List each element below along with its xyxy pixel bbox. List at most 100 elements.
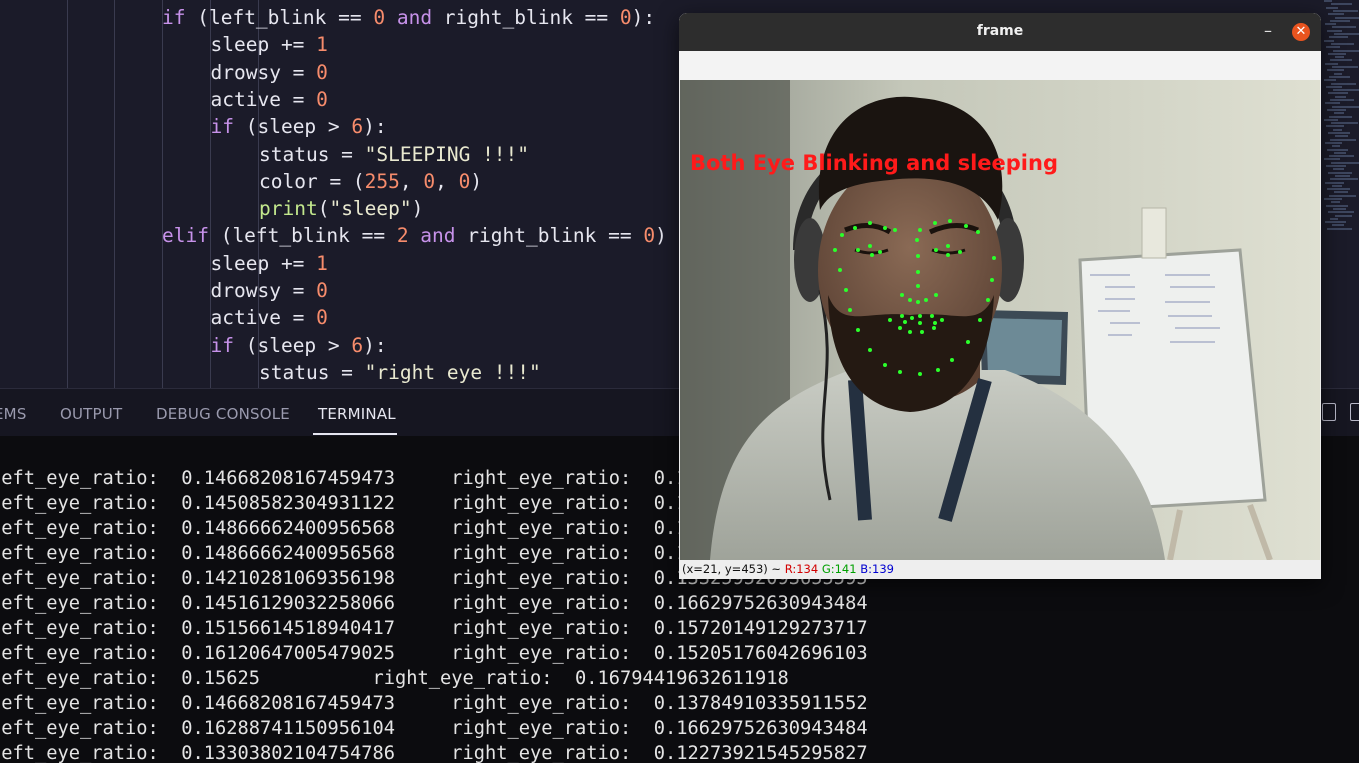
code-line: if (left_blink == 0 and right_blink == 0… <box>162 6 656 29</box>
code-line: elif (left_blink == 2 and right_blink ==… <box>162 224 667 248</box>
code-line: drowsy = 0 <box>210 60 328 84</box>
pixel-green-value: G:141 <box>821 562 857 576</box>
landmark-point <box>853 226 857 230</box>
split-terminal-icon[interactable] <box>1322 403 1336 421</box>
landmark-point <box>916 300 920 304</box>
landmark-point <box>990 278 994 282</box>
landmark-point <box>976 230 980 234</box>
landmark-point <box>868 221 872 225</box>
landmark-point <box>908 330 912 334</box>
wall-fixture <box>1141 207 1167 259</box>
code-line: active = 0 <box>210 306 328 330</box>
landmark-point <box>946 253 950 257</box>
landmark-point <box>978 318 982 322</box>
landmark-point <box>930 314 934 318</box>
terminal-line: left_eye_ratio: 0.16120647005479025 righ… <box>0 643 868 664</box>
code-line: color = (255, 0, 0) <box>259 169 483 193</box>
webcam-frame[interactable]: Both Eye Blinking and sleeping <box>680 80 1320 560</box>
window-titlebar[interactable]: frame – ✕ <box>679 13 1321 51</box>
landmark-point <box>964 224 968 228</box>
landmark-point <box>934 293 938 297</box>
landmark-point <box>916 270 920 274</box>
landmark-point <box>918 228 922 232</box>
code-line: if (sleep > 6): <box>210 333 387 357</box>
trash-icon[interactable] <box>1350 403 1359 421</box>
pixel-red-value: R:134 <box>784 562 819 576</box>
indent-guide <box>67 0 68 388</box>
landmark-point <box>903 320 907 324</box>
tab-output[interactable]: OUTPUT <box>60 405 122 423</box>
monitor-screen <box>986 318 1062 376</box>
landmark-point <box>868 244 872 248</box>
terminal-line: left_eye_ratio: 0.13303802104754786 righ… <box>0 743 868 763</box>
landmark-point <box>898 370 902 374</box>
landmark-point <box>840 233 844 237</box>
landmark-point <box>932 326 936 330</box>
code-line: print("sleep") <box>259 197 424 221</box>
landmark-point <box>933 321 937 325</box>
terminal-line: left_eye_ratio: 0.16288741150956104 righ… <box>0 718 868 739</box>
landmark-point <box>946 244 950 248</box>
landmark-point <box>933 221 937 225</box>
terminal-line: left_eye_ratio: 0.14508582304931122 righ… <box>0 493 688 514</box>
landmark-point <box>950 358 954 362</box>
code-line: sleep += 1 <box>210 251 328 275</box>
landmark-point <box>916 254 920 258</box>
landmark-point <box>900 293 904 297</box>
indent-guide <box>162 0 163 388</box>
landmark-point <box>898 326 902 330</box>
code-line: status = "SLEEPING !!!" <box>259 142 530 166</box>
landmark-point <box>915 238 919 242</box>
landmark-point <box>883 226 887 230</box>
landmark-point <box>900 314 904 318</box>
landmark-point <box>868 348 872 352</box>
code-line: if (sleep > 6): <box>210 115 387 139</box>
editor-minimap[interactable] <box>1319 0 1359 240</box>
indent-guide <box>114 0 115 388</box>
landmark-point <box>856 328 860 332</box>
landmark-point <box>870 253 874 257</box>
landmark-point <box>856 248 860 252</box>
terminal-line: left_eye_ratio: 0.14866662400956568 righ… <box>0 543 688 564</box>
close-button[interactable]: ✕ <box>1292 23 1310 41</box>
landmark-point <box>848 308 852 312</box>
landmark-point <box>992 256 996 260</box>
frame-window[interactable]: frame – ✕ Both Eye Blinking and sleeping… <box>679 13 1321 579</box>
minimize-button[interactable]: – <box>1261 22 1275 40</box>
landmark-point <box>948 219 952 223</box>
landmark-point <box>916 284 920 288</box>
code-line: sleep += 1 <box>210 33 328 57</box>
active-tab-indicator <box>313 433 397 435</box>
landmark-point <box>893 228 897 232</box>
code-line: drowsy = 0 <box>210 279 328 302</box>
cursor-coordinates: (x=21, y=453) ~ <box>682 562 785 576</box>
landmark-point <box>833 248 837 252</box>
landmark-point <box>924 298 928 302</box>
tab-problems[interactable]: EMS <box>0 405 27 423</box>
terminal-line: left_eye_ratio: 0.14516129032258066 righ… <box>0 593 868 614</box>
terminal-line: left_eye_ratio: 0.14668208167459473 righ… <box>0 468 688 489</box>
window-toolbar <box>679 51 1321 80</box>
pixel-status-bar: (x=21, y=453) ~ R:134 G:141 B:139 <box>679 560 1321 579</box>
landmark-point <box>918 314 922 318</box>
window-title: frame <box>976 23 1024 39</box>
landmark-point <box>844 288 848 292</box>
landmark-point <box>936 368 940 372</box>
overlay-status-text: Both Eye Blinking and sleeping <box>690 151 1058 175</box>
code-line: active = 0 <box>210 87 328 111</box>
landmark-point <box>883 363 887 367</box>
tab-terminal[interactable]: TERMINAL <box>318 405 396 423</box>
landmark-point <box>934 248 938 252</box>
landmark-point <box>918 372 922 376</box>
landmark-point <box>920 330 924 334</box>
landmark-point <box>940 318 944 322</box>
terminal-line: left_eye_ratio: 0.14668208167459473 righ… <box>0 693 868 714</box>
landmark-point <box>888 318 892 322</box>
terminal-line: left_eye_ratio: 0.15625 right_eye_ratio:… <box>0 668 789 689</box>
tab-debug-console[interactable]: DEBUG CONSOLE <box>156 405 290 423</box>
landmark-point <box>908 298 912 302</box>
landmark-point <box>986 298 990 302</box>
pixel-blue-value: B:139 <box>860 562 894 576</box>
landmark-point <box>918 321 922 325</box>
landmark-point <box>966 340 970 344</box>
